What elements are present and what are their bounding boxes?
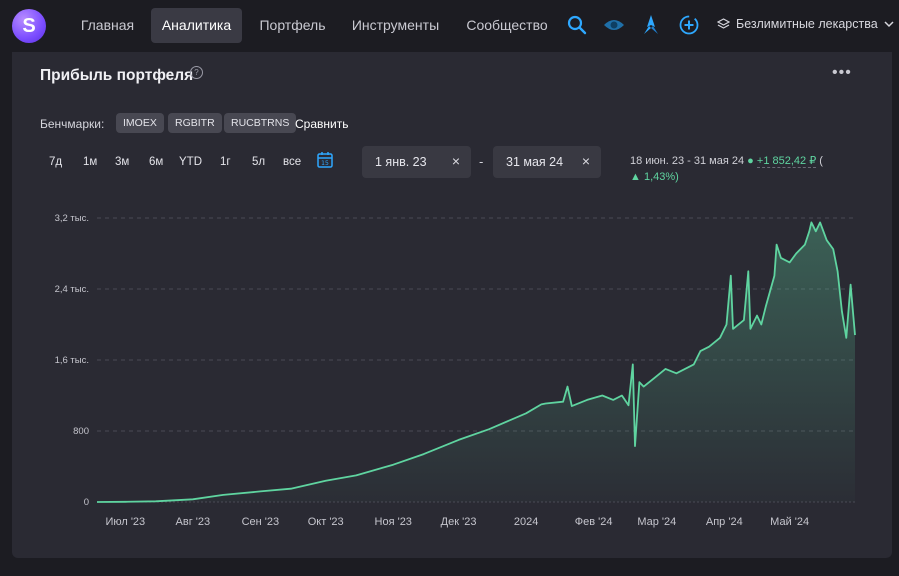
x-tick-label: Ноя '23	[375, 516, 412, 528]
profit-chart: 3,2 тыс. 2,4 тыс. 1,6 тыс. 800 0 Июл '23 Авг …	[55, 213, 856, 528]
x-tick-label: Июл '23	[105, 516, 145, 528]
y-tick-label: 3,2 тыс.	[55, 213, 89, 224]
x-tick-label: Авг '23	[176, 516, 211, 528]
y-tick-label: 2,4 тыс.	[55, 284, 89, 295]
x-tick-label: 2024	[514, 516, 538, 528]
x-tick-label: Окт '23	[308, 516, 344, 528]
x-tick-label: Мар '24	[637, 516, 676, 528]
y-tick-label: 800	[73, 426, 89, 437]
x-tick-label: Май '24	[770, 516, 809, 528]
x-tick-label: Сен '23	[242, 516, 280, 528]
x-tick-label: Фев '24	[575, 516, 613, 528]
y-tick-label: 0	[84, 497, 89, 508]
x-tick-label: Апр '24	[706, 516, 743, 528]
profit-area	[97, 222, 855, 502]
y-tick-label: 1,6 тыс.	[55, 355, 89, 366]
x-tick-label: Дек '23	[441, 516, 477, 528]
